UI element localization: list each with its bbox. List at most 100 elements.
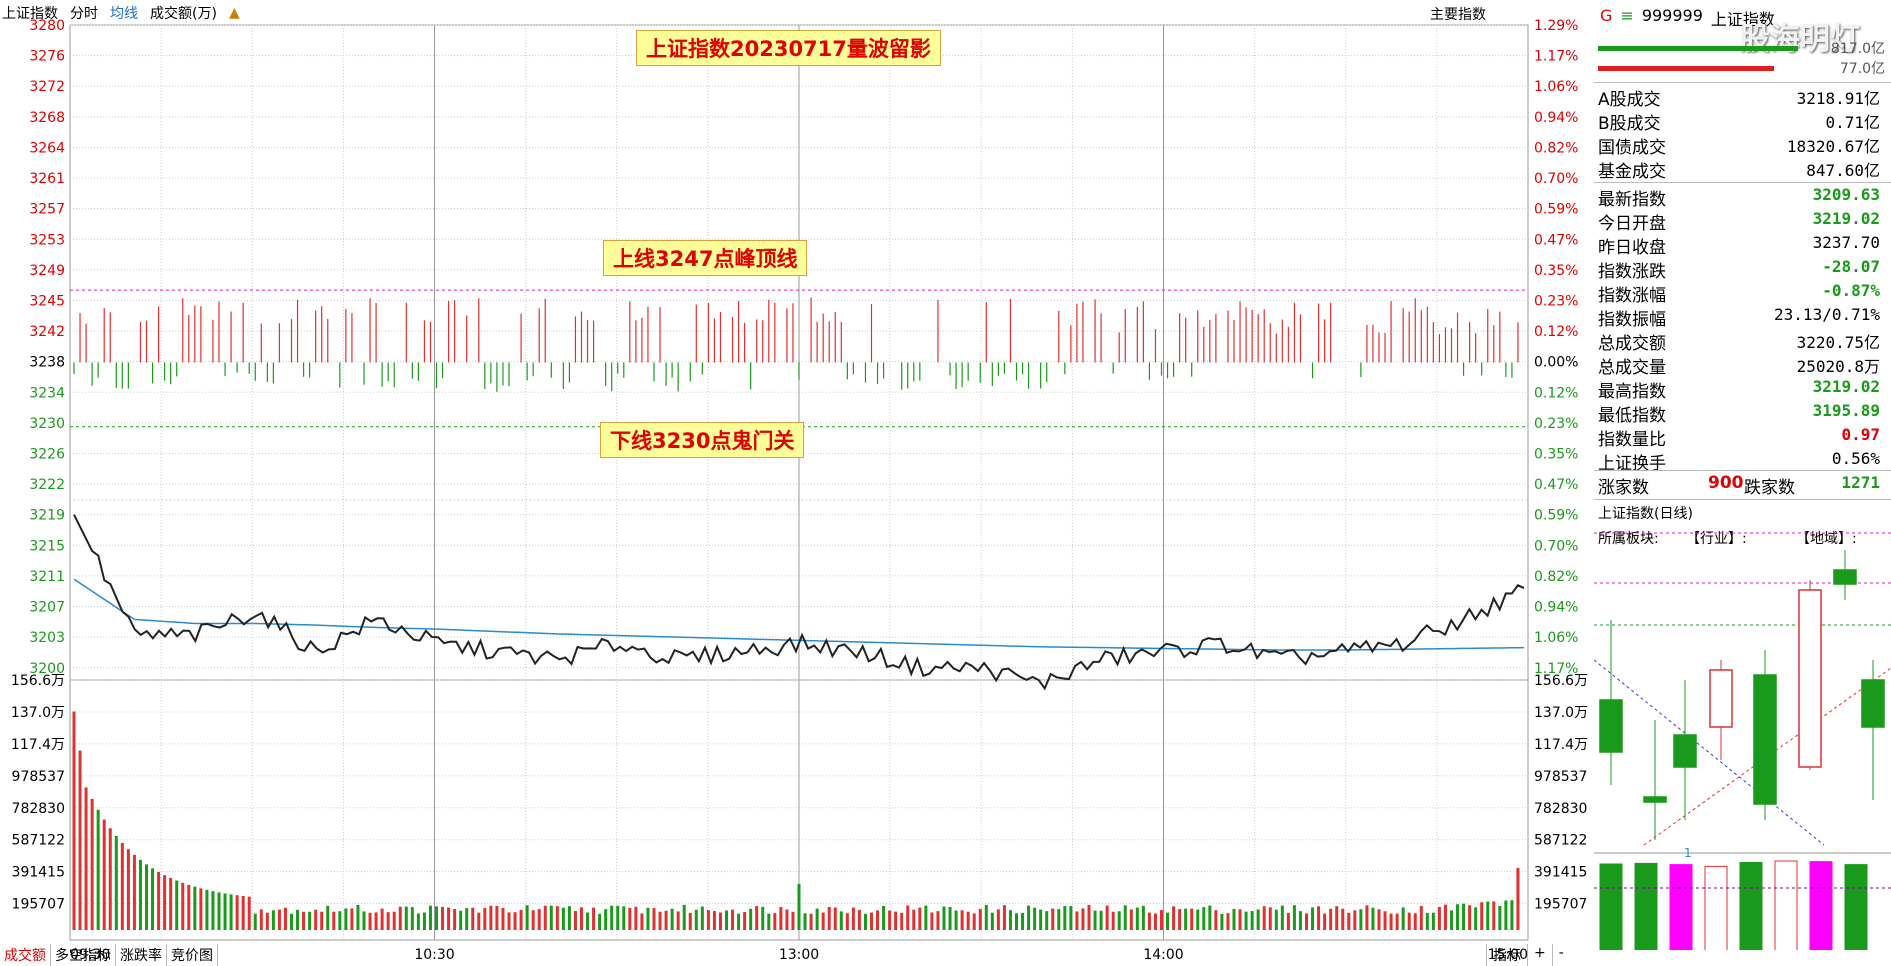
volume-bar	[72, 711, 76, 930]
volume-bar	[398, 906, 402, 930]
annotation-lower-line: 下线3230点鬼门关	[600, 422, 805, 458]
volume-bar	[1486, 901, 1490, 930]
pct-tick-label: 0.12%	[1534, 324, 1578, 340]
volume-bar	[1178, 909, 1182, 930]
volume-bar	[428, 905, 432, 930]
index-stat-value: 3220.75亿	[1796, 333, 1880, 352]
volume-bar	[894, 911, 898, 930]
volume-bar	[682, 904, 686, 930]
tab-zhangdie[interactable]: 涨跌率	[116, 944, 167, 966]
volume-bar	[271, 910, 275, 930]
volume-bar	[338, 911, 342, 930]
mini-volume-bar	[1844, 864, 1868, 950]
separator	[1594, 499, 1891, 500]
tab-duokong[interactable]: 多空指标	[51, 944, 116, 966]
volume-bar	[350, 908, 354, 930]
volume-bar	[1377, 909, 1381, 930]
price-tick-label: 3245	[29, 293, 65, 309]
zoom-out-button[interactable]: -	[1551, 944, 1570, 966]
volume-bar	[1117, 911, 1121, 930]
time-tick-label: 13:00	[779, 947, 819, 963]
volume-bar	[688, 912, 692, 930]
volume-bar	[265, 912, 269, 930]
volume-bar	[1365, 905, 1369, 930]
volume-bar	[567, 906, 571, 930]
chart-title: 上证指数	[2, 6, 58, 22]
price-tick-label: 3226	[29, 447, 65, 463]
turnover-row: A股成交 3218.91亿	[1594, 85, 1884, 110]
volume-bar	[163, 875, 167, 930]
volume-bar	[253, 913, 257, 930]
zoom-in-button[interactable]: +	[1527, 944, 1552, 966]
volume-bar	[580, 907, 583, 930]
volume-bar	[1075, 911, 1079, 930]
tab-jingjia[interactable]: 竞价图	[167, 944, 218, 966]
volume-tick-label: 782830	[1534, 801, 1587, 817]
volume-bar	[1510, 900, 1514, 930]
price-tick-label: 3219	[29, 508, 65, 524]
volume-bar	[157, 871, 161, 930]
volume-bar	[1202, 907, 1206, 930]
volume-bar	[1274, 909, 1278, 930]
volume-bar	[833, 907, 837, 930]
index-stat-row: 最高指数 3219.02	[1594, 377, 1884, 402]
down-count-value: 1271	[1841, 473, 1880, 492]
volume-bar	[205, 889, 209, 930]
price-tick-label: 3264	[29, 140, 65, 156]
volume-bar	[362, 911, 366, 930]
volume-bar	[90, 798, 94, 930]
index-stat-label: 昨日收盘	[1598, 238, 1666, 258]
volume-bar	[912, 909, 916, 930]
volume-bar	[1431, 912, 1435, 930]
volume-bar	[78, 750, 82, 930]
volume-bar	[465, 908, 469, 930]
bottom-right-controls: 指标 + -	[1486, 944, 1570, 966]
volume-bar	[151, 868, 155, 930]
menu-icon[interactable]: ≡	[1620, 6, 1633, 30]
volume-bar	[1208, 905, 1212, 930]
volume-bar	[555, 906, 559, 930]
volume-bar	[84, 787, 88, 930]
volume-bar	[1419, 906, 1423, 930]
volume-bar	[1425, 913, 1429, 930]
volume-bar	[314, 909, 318, 930]
main-index-button[interactable]: 主要指数	[1430, 4, 1486, 24]
volume-bar	[797, 884, 801, 930]
up-count-label: 涨家数	[1598, 478, 1649, 498]
mini-candle-body	[1753, 674, 1777, 805]
tab-volume[interactable]: 成交额(万)	[150, 3, 217, 23]
volume-bar	[1021, 912, 1025, 930]
mini-volume-bar	[1774, 860, 1798, 950]
bell-icon[interactable]: ▲	[229, 5, 240, 21]
volume-tick-label: 978537	[12, 769, 65, 785]
pct-tick-label: 1.06%	[1534, 630, 1578, 646]
volume-bar	[187, 884, 191, 930]
volume-bar	[175, 880, 179, 930]
volume-bar	[809, 913, 813, 930]
volume-bar	[308, 911, 312, 930]
mini-candle-body	[1599, 699, 1623, 753]
volume-bar	[386, 912, 390, 930]
volume-bar	[138, 859, 142, 930]
volume-bar	[749, 908, 753, 930]
turnover-label: 基金成交	[1598, 162, 1666, 182]
up-count-value: 900	[1708, 473, 1744, 493]
volume-bar	[1516, 867, 1520, 930]
pct-tick-label: 0.70%	[1534, 538, 1578, 554]
volume-bar	[1045, 911, 1049, 930]
volume-bar	[573, 910, 577, 930]
volume-bar	[1395, 913, 1399, 930]
mini-trend-line	[1594, 659, 1825, 846]
volume-tick-label: 391415	[12, 865, 65, 881]
tab-volume-bottom[interactable]: 成交额	[0, 944, 51, 966]
volume-bar	[537, 909, 541, 930]
volume-bar	[1057, 909, 1061, 930]
tab-junxian[interactable]: 均线	[110, 3, 138, 23]
volume-bar	[1256, 909, 1260, 930]
volume-bar	[1111, 911, 1115, 930]
indicator-button[interactable]: 指标	[1486, 944, 1527, 966]
price-tick-label: 3242	[29, 324, 65, 340]
tab-fenshi[interactable]: 分时	[70, 3, 98, 23]
pct-tick-label: 0.94%	[1534, 600, 1578, 616]
pct-tick-label: 0.47%	[1534, 477, 1578, 493]
